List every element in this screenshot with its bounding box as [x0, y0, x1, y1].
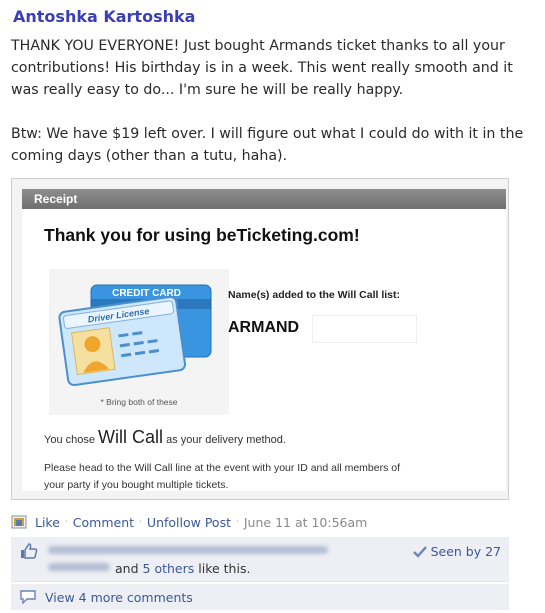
likes-suffix: like this.	[198, 561, 251, 576]
redacted-name-box	[312, 315, 417, 343]
receipt-image[interactable]: Receipt Thank you for using beTicketing.…	[11, 178, 509, 500]
will-call-name: ARMAND	[228, 319, 300, 336]
seen-by[interactable]: Seen by 27	[412, 544, 501, 559]
card-illustration: CREDIT CARD Driver License * Bring both …	[49, 269, 229, 415]
delivery-method-line: You chose Will Call as your delivery met…	[44, 427, 286, 448]
receipt-body: Thank you for using beTicketing.com! CRE…	[22, 209, 506, 491]
checkmark-icon	[412, 545, 427, 558]
will-call-names-label: Name(s) added to the Will Call list:	[228, 289, 401, 301]
likes-and: and	[115, 561, 139, 576]
comment-link[interactable]: Comment	[73, 515, 134, 530]
id-card-icon: CREDIT CARD Driver License	[58, 284, 212, 387]
chose-suffix: as your delivery method.	[166, 434, 286, 446]
comment-bubble-icon	[20, 590, 36, 604]
thumbs-up-icon	[21, 543, 38, 559]
post-author[interactable]: Antoshka Kartoshka	[13, 7, 195, 26]
comments-summary[interactable]: View 4 more comments	[11, 584, 509, 610]
post-timestamp[interactable]: June 11 at 10:56am	[244, 515, 367, 530]
view-more-comments-link[interactable]: View 4 more comments	[45, 590, 193, 605]
receipt-thanks-heading: Thank you for using beTicketing.com!	[44, 225, 360, 245]
receipt-header: Receipt	[22, 189, 506, 209]
like-link[interactable]: Like	[35, 515, 60, 530]
post-body: THANK YOU EVERYONE! Just bought Armands …	[11, 35, 539, 167]
post-actions-bar: Like · Comment · Unfollow Post · June 11…	[11, 512, 367, 532]
card-note: * Bring both of these	[100, 397, 178, 407]
post-paragraph-1: THANK YOU EVERYONE! Just bought Armands …	[11, 38, 513, 98]
photo-post-icon	[11, 515, 27, 529]
chose-prefix: You chose	[44, 434, 95, 446]
likes-text: and 5 others like this.	[115, 561, 250, 576]
seen-by-label: Seen by 27	[430, 544, 501, 559]
receipt-instructions: Please head to the Will Call line at the…	[44, 462, 401, 491]
delivery-method: Will Call	[98, 427, 164, 447]
others-link[interactable]: 5 others	[143, 561, 195, 576]
unfollow-post-link[interactable]: Unfollow Post	[147, 515, 231, 530]
likes-summary: and 5 others like this. Seen by 27	[11, 537, 509, 582]
post-paragraph-2: Btw: We have $19 left over. I will figur…	[11, 126, 524, 164]
